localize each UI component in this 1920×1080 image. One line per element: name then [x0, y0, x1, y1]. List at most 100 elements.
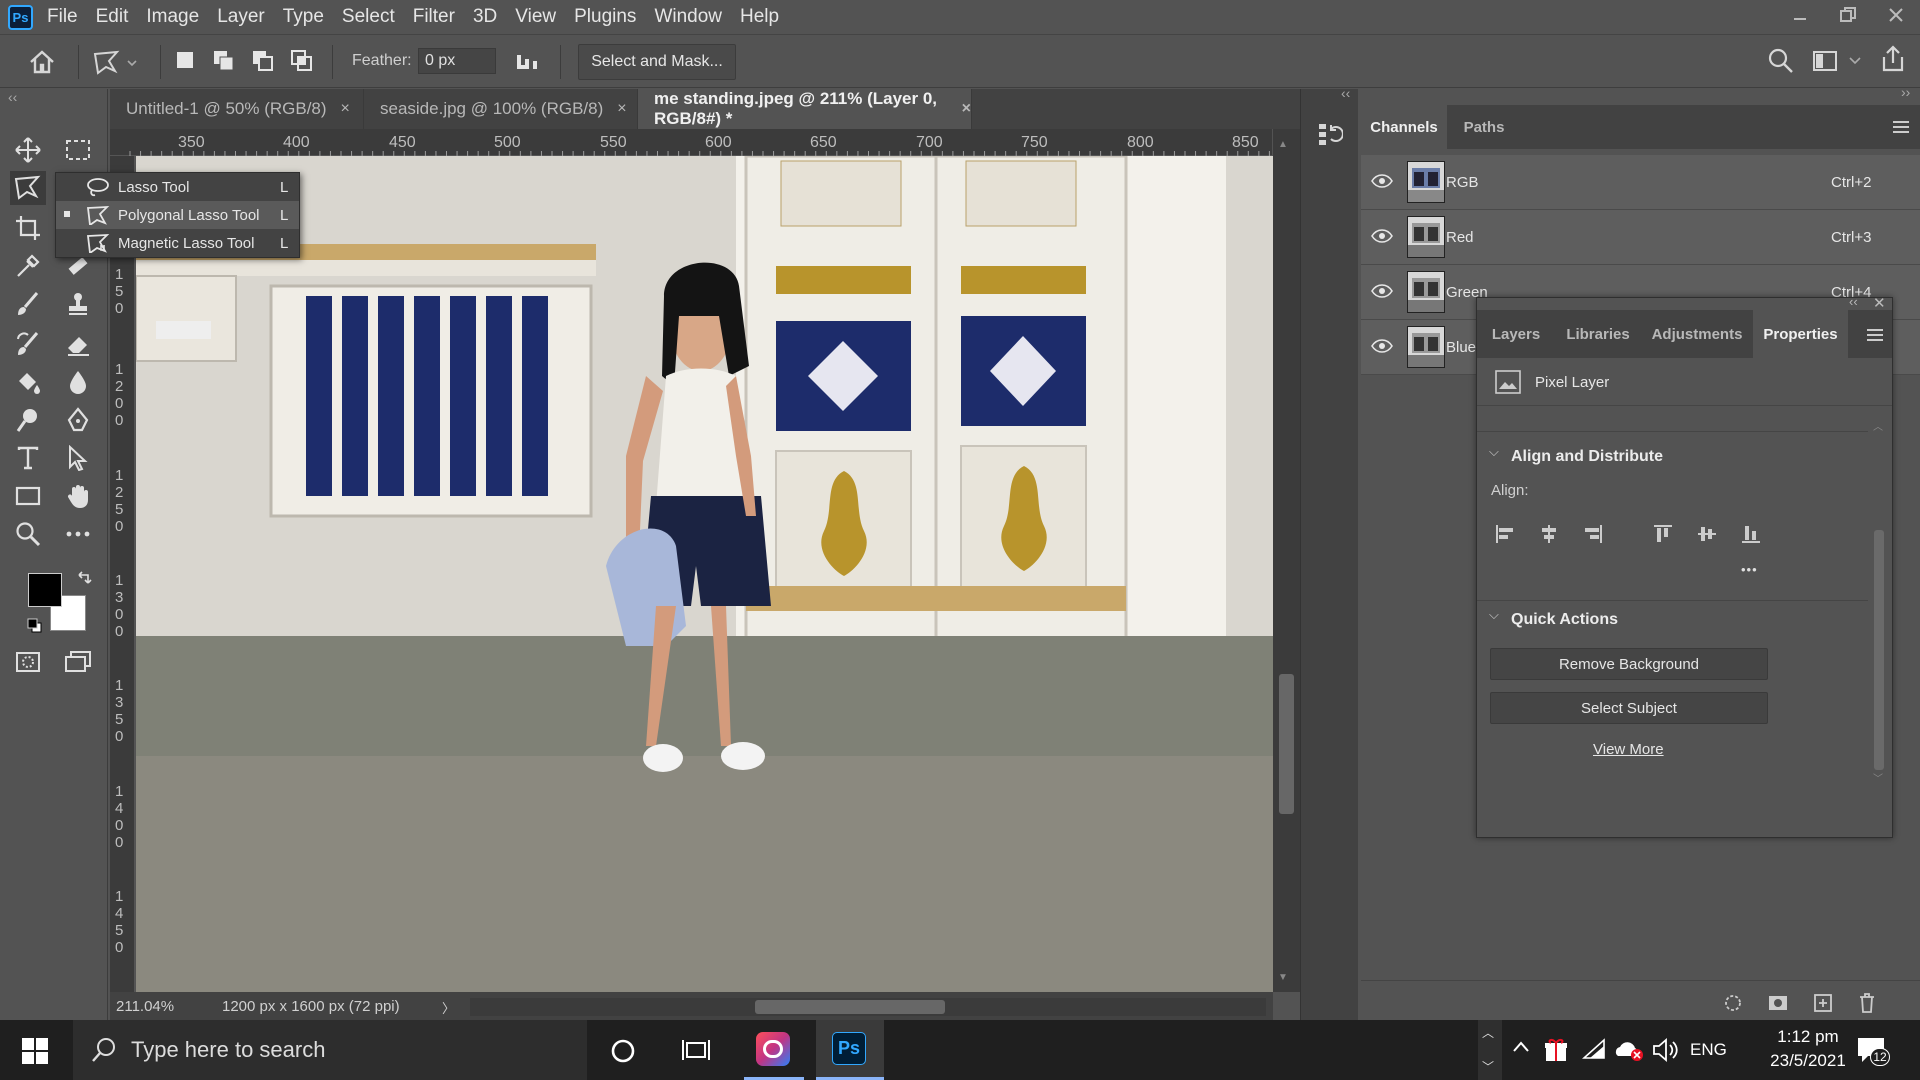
- canvas-horizontal-scrollbar[interactable]: [470, 998, 1266, 1016]
- paint-bucket-icon[interactable]: [10, 365, 46, 399]
- blur-tool-icon[interactable]: [60, 365, 96, 399]
- add-to-selection-icon[interactable]: [212, 49, 236, 73]
- share-icon[interactable]: [1880, 45, 1906, 73]
- tab-untitled-1[interactable]: Untitled-1 @ 50% (RGB/8) ×: [110, 89, 364, 129]
- photoshop-taskbar-icon[interactable]: Ps: [816, 1020, 884, 1080]
- menu-help[interactable]: Help: [740, 0, 779, 34]
- more-options-icon[interactable]: •••: [1741, 562, 1758, 577]
- restore-button[interactable]: [1824, 0, 1872, 30]
- eye-icon[interactable]: [1371, 338, 1393, 354]
- language-indicator[interactable]: ENG: [1690, 1040, 1727, 1060]
- history-panel-icon[interactable]: [1317, 121, 1343, 147]
- flyout-polygonal-lasso-tool[interactable]: Polygonal Lasso Tool L: [56, 201, 299, 229]
- load-channel-selection-icon[interactable]: [1723, 993, 1743, 1013]
- delete-channel-icon[interactable]: [1857, 992, 1877, 1014]
- eraser-tool-icon[interactable]: [60, 327, 96, 361]
- tab-me-standing[interactable]: me standing.jpeg @ 211% (Layer 0, RGB/8#…: [638, 89, 972, 129]
- scroll-up-icon[interactable]: ︿: [1873, 418, 1883, 433]
- menu-type[interactable]: Type: [283, 0, 324, 34]
- scroll-up-icon[interactable]: ▲: [1278, 139, 1288, 150]
- creative-cloud-taskbar-icon[interactable]: [744, 1020, 804, 1080]
- history-brush-icon[interactable]: [10, 327, 46, 361]
- view-more-link[interactable]: View More: [1593, 741, 1664, 758]
- tab-seaside[interactable]: seaside.jpg @ 100% (RGB/8) ×: [364, 89, 638, 129]
- tool-preset-picker[interactable]: [92, 49, 138, 75]
- onedrive-icon[interactable]: [1614, 1038, 1644, 1062]
- subtract-from-selection-icon[interactable]: [251, 49, 275, 73]
- rectangle-tool-icon[interactable]: [10, 479, 46, 513]
- task-view-icon[interactable]: [682, 1038, 710, 1064]
- flyout-lasso-tool[interactable]: Lasso Tool L: [56, 173, 299, 201]
- polygonal-lasso-tool-icon[interactable]: [10, 171, 46, 205]
- menu-layer[interactable]: Layer: [217, 0, 265, 34]
- quick-mask-icon[interactable]: [10, 645, 46, 679]
- scroll-down-icon[interactable]: ▼: [1278, 972, 1288, 983]
- volume-icon[interactable]: [1652, 1038, 1678, 1062]
- menu-filter[interactable]: Filter: [413, 0, 455, 34]
- scroll-down-icon[interactable]: ﹀: [1873, 770, 1883, 785]
- channel-row-rgb[interactable]: RGB Ctrl+2: [1361, 155, 1920, 210]
- align-horizontal-centers-icon[interactable]: [1539, 524, 1559, 544]
- menu-plugins[interactable]: Plugins: [574, 0, 636, 34]
- document-canvas[interactable]: [136, 156, 1273, 992]
- collapse-dock-icon[interactable]: ‹‹: [1341, 85, 1350, 101]
- channel-row-red[interactable]: Red Ctrl+3: [1361, 210, 1920, 265]
- canvas-vertical-scrollbar[interactable]: ▲ ▼: [1273, 129, 1300, 992]
- close-tab-icon[interactable]: ×: [962, 100, 971, 118]
- tab-libraries[interactable]: Libraries: [1555, 310, 1641, 358]
- move-tool-icon[interactable]: [10, 133, 46, 167]
- panel-menu-icon[interactable]: [1893, 120, 1909, 134]
- select-subject-button[interactable]: Select Subject: [1490, 692, 1768, 724]
- eyedropper-tool-icon[interactable]: [10, 249, 46, 283]
- menu-3d[interactable]: 3D: [473, 0, 497, 34]
- menu-view[interactable]: View: [515, 0, 556, 34]
- search-icon[interactable]: [1768, 48, 1794, 74]
- quick-actions-title[interactable]: Quick Actions: [1511, 611, 1618, 629]
- new-channel-icon[interactable]: [1813, 993, 1833, 1013]
- select-and-mask-button[interactable]: Select and Mask...: [578, 44, 736, 80]
- intersect-selection-icon[interactable]: [290, 49, 314, 73]
- eye-icon[interactable]: [1371, 283, 1393, 299]
- more-tools-icon[interactable]: [60, 517, 96, 551]
- dodge-tool-icon[interactable]: [10, 403, 46, 437]
- pen-tool-icon[interactable]: [60, 403, 96, 437]
- align-left-edges-icon[interactable]: [1495, 524, 1515, 544]
- close-tab-icon[interactable]: ×: [341, 100, 350, 118]
- new-selection-icon[interactable]: [174, 49, 196, 71]
- cortana-icon[interactable]: [610, 1038, 636, 1064]
- tab-channels[interactable]: Channels: [1361, 105, 1447, 149]
- menu-edit[interactable]: Edit: [96, 0, 129, 34]
- crop-tool-icon[interactable]: [10, 211, 46, 245]
- eye-icon[interactable]: [1371, 173, 1393, 189]
- align-vertical-centers-icon[interactable]: [1697, 524, 1717, 544]
- status-menu-arrow[interactable]: 〉: [442, 998, 455, 1017]
- align-section-title[interactable]: Align and Distribute: [1511, 448, 1663, 466]
- chevron-down-icon[interactable]: ⌵: [1489, 444, 1499, 460]
- tab-paths[interactable]: Paths: [1449, 105, 1519, 149]
- path-selection-icon[interactable]: [60, 441, 96, 475]
- windows-start-icon[interactable]: [22, 1038, 48, 1064]
- tab-layers[interactable]: Layers: [1477, 310, 1555, 358]
- close-tab-icon[interactable]: ×: [617, 100, 626, 118]
- eye-icon[interactable]: [1371, 228, 1393, 244]
- clock[interactable]: 1:12 pm 23/5/2021: [1748, 1026, 1868, 1074]
- gift-tray-icon[interactable]: [1544, 1037, 1568, 1063]
- marquee-tool-icon[interactable]: [60, 133, 96, 167]
- remove-background-button[interactable]: Remove Background: [1490, 648, 1768, 680]
- minimize-button[interactable]: [1776, 0, 1824, 30]
- panel-menu-icon[interactable]: [1867, 328, 1883, 342]
- chevron-down-icon[interactable]: ⌵: [1489, 607, 1499, 623]
- menu-select[interactable]: Select: [342, 0, 395, 34]
- foreground-color-swatch-top[interactable]: [28, 573, 62, 607]
- zoom-level[interactable]: 211.04%: [116, 998, 174, 1015]
- scroll-thumb[interactable]: [1279, 674, 1294, 814]
- swap-colors-icon[interactable]: [76, 570, 92, 586]
- expand-panel-icon[interactable]: ››: [1901, 84, 1910, 100]
- taskbar-search-box[interactable]: Type here to search: [73, 1020, 587, 1080]
- tab-properties[interactable]: Properties: [1753, 310, 1848, 358]
- scroll-thumb[interactable]: [1874, 530, 1884, 770]
- brush-tool-icon[interactable]: [10, 287, 46, 321]
- wifi-icon[interactable]: [1582, 1038, 1608, 1062]
- feather-input[interactable]: 0 px: [418, 48, 496, 74]
- hand-tool-icon[interactable]: [60, 479, 96, 513]
